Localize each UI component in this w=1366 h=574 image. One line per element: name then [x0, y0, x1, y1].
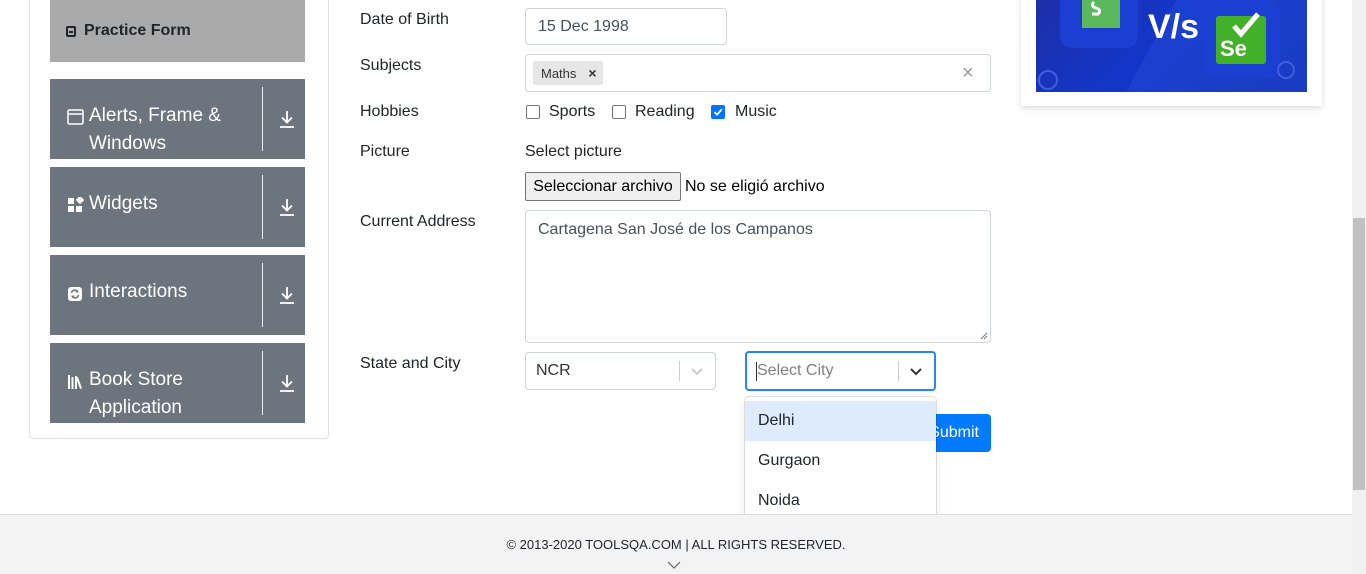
hobby-music-checkbox[interactable]: [711, 105, 725, 119]
hobby-sports-checkbox[interactable]: [526, 105, 540, 119]
ad-banner[interactable]: V/s Se: [1036, 0, 1307, 92]
sidebar-group-label-line1: Book Store: [89, 369, 183, 390]
sidebar-group-interactions[interactable]: Interactions: [50, 255, 305, 335]
sidebar-item-practice-form[interactable]: Practice Form: [50, 0, 305, 62]
city-placeholder: Select City: [757, 362, 834, 379]
scrollbar-thumb[interactable]: [1353, 218, 1365, 490]
chevron-down-icon[interactable]: [909, 365, 923, 377]
sidebar-clip: [50, 423, 305, 438]
city-option-gurgaon[interactable]: Gurgaon: [745, 441, 936, 481]
dob-value: 15 Dec 1998: [538, 18, 629, 35]
hobbies-label: Hobbies: [360, 103, 419, 120]
chip-remove-icon[interactable]: ×: [588, 65, 596, 81]
sidebar-group-label-line2: Windows: [89, 133, 167, 154]
divider: [262, 263, 263, 327]
file-status: No se eligió archivo: [685, 178, 825, 195]
hobby-reading-checkbox[interactable]: [612, 105, 626, 119]
sidebar-group-label-line2: Application: [89, 397, 182, 418]
hobby-reading-label[interactable]: Reading: [635, 103, 695, 121]
chevron-down-icon[interactable]: [690, 365, 704, 377]
clear-icon[interactable]: ×: [962, 61, 974, 85]
state-value: NCR: [536, 362, 571, 379]
dob-label: Date of Birth: [360, 11, 449, 28]
sidebar-group-widgets[interactable]: Widgets: [50, 167, 305, 247]
svg-text:V/s: V/s: [1148, 8, 1199, 46]
indicator-separator: [898, 361, 899, 381]
sidebar-group-label: Widgets: [89, 193, 158, 214]
footer-copyright: © 2013-2020 TOOLSQA.COM | ALL RIGHTS RES…: [506, 537, 846, 552]
resize-handle-icon[interactable]: [980, 332, 988, 340]
hobby-music-label[interactable]: Music: [735, 103, 777, 121]
sidebar-item-label: Practice Form: [84, 22, 191, 39]
sidebar-group-label: Interactions: [89, 281, 188, 302]
divider: [262, 87, 263, 151]
sidebar-group-label-line1: Alerts, Frame &: [89, 105, 221, 126]
hobby-sports-label[interactable]: Sports: [549, 103, 595, 121]
divider: [262, 175, 263, 239]
state-select[interactable]: NCR: [525, 352, 716, 390]
subject-chip: Maths ×: [533, 61, 603, 85]
subject-chip-label: Maths: [541, 65, 577, 81]
address-textarea[interactable]: Cartagena San José de los Campanos: [525, 210, 991, 343]
city-dropdown-menu: Delhi Gurgaon Noida: [745, 397, 936, 525]
address-label: Current Address: [360, 213, 476, 230]
books-icon: [68, 375, 82, 389]
indicator-separator: [679, 361, 680, 381]
check-icon: [713, 108, 723, 116]
dob-input[interactable]: 15 Dec 1998: [525, 8, 727, 45]
download-icon[interactable]: [278, 197, 296, 217]
subjects-label: Subjects: [360, 57, 422, 74]
download-icon[interactable]: [278, 109, 296, 129]
sync-icon: [68, 287, 82, 301]
city-select[interactable]: Select City: [745, 351, 936, 391]
window-icon: [67, 109, 84, 125]
sidebar-group-alerts-frame-windows[interactable]: Alerts, Frame & Windows: [50, 79, 305, 159]
select-picture-label: Select picture: [525, 143, 622, 160]
divider: [262, 351, 263, 415]
city-option-delhi[interactable]: Delhi: [745, 401, 936, 441]
state-city-label: State and City: [360, 355, 461, 372]
ad-artwork-icon: V/s Se: [1038, 0, 1307, 92]
download-icon[interactable]: [278, 285, 296, 305]
widgets-icon: [68, 197, 84, 212]
choose-file-button[interactable]: Seleccionar archivo: [525, 172, 681, 201]
sidebar-group-book-store-application[interactable]: Book Store Application: [50, 343, 305, 423]
chevron-down-icon[interactable]: [667, 560, 681, 570]
address-value: Cartagena San José de los Campanos: [538, 221, 813, 238]
svg-text:Se: Se: [1220, 36, 1247, 61]
download-icon[interactable]: [278, 373, 296, 393]
form-icon: [66, 25, 76, 37]
picture-label: Picture: [360, 143, 410, 160]
